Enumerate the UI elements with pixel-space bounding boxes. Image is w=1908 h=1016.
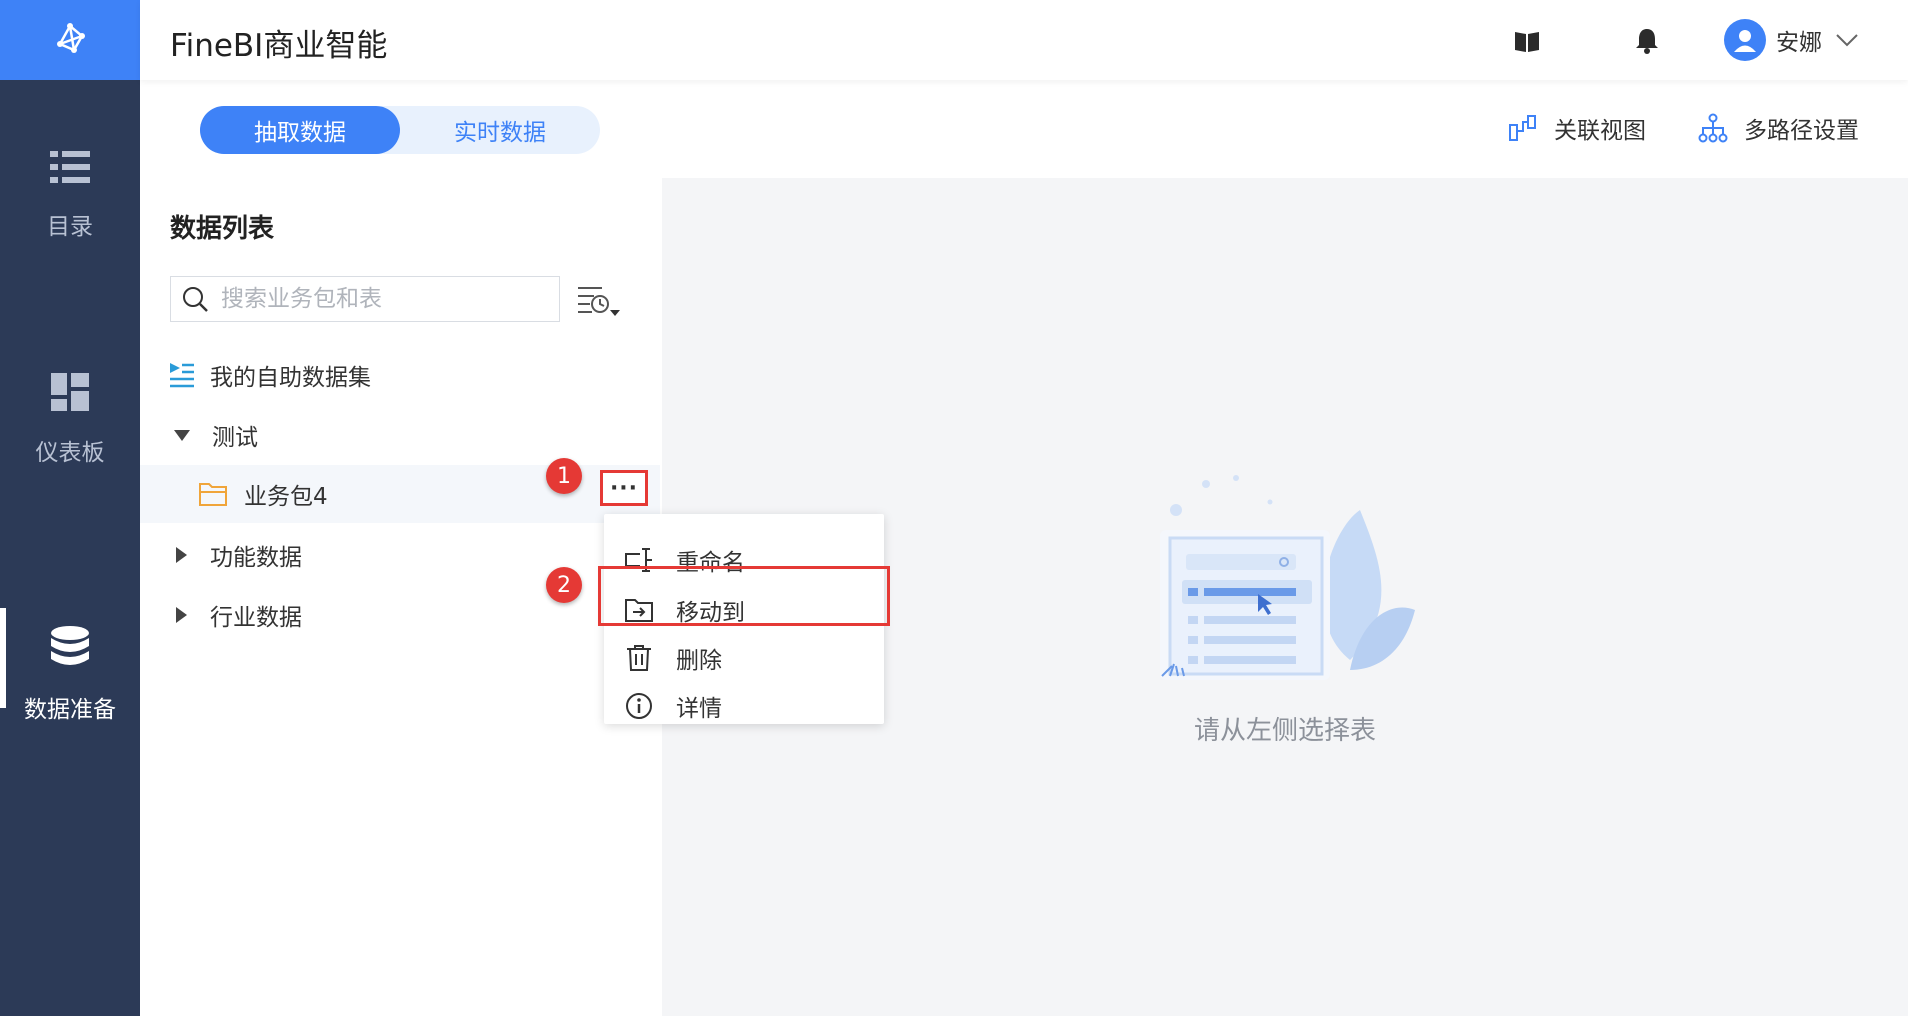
user-menu[interactable]: 安娜 (1724, 18, 1858, 62)
logo[interactable] (0, 0, 140, 80)
tree-label-industry-data: 行业数据 (210, 605, 302, 631)
top-header: FineBI商业智能 安娜 (140, 0, 1908, 80)
empty-state-text: 请从左侧选择表 (1193, 716, 1376, 746)
multipath-settings-button[interactable]: 多路径设置 (1698, 108, 1859, 148)
tree-label-test: 测试 (212, 425, 258, 451)
caret-down-icon (174, 429, 190, 441)
trash-icon (627, 645, 651, 671)
nav-item-dashboard[interactable]: 仪表板 (0, 345, 140, 495)
info-icon (626, 693, 652, 719)
menu-item-details[interactable]: 详情 (604, 682, 884, 730)
data-mode-tabs: 抽取数据 实时数据 (200, 106, 600, 154)
sort-history-filter-icon[interactable] (576, 282, 624, 322)
avatar-icon (1724, 19, 1766, 61)
user-name: 安娜 (1776, 30, 1822, 56)
multipath-settings-label: 多路径设置 (1744, 118, 1859, 144)
more-options-button[interactable]: ··· (600, 470, 648, 506)
relation-view-label: 关联视图 (1554, 118, 1646, 144)
relation-view-icon (1509, 115, 1536, 141)
menu-item-delete[interactable]: 删除 (604, 634, 884, 682)
search-box (170, 276, 560, 322)
relation-view-button[interactable]: 关联视图 (1508, 108, 1646, 148)
book-icon[interactable] (1512, 26, 1542, 56)
tree-label-function-data: 功能数据 (210, 545, 302, 571)
move-to-highlight-box (598, 566, 890, 626)
bell-icon[interactable] (1632, 26, 1662, 56)
tree-item-test[interactable]: 测试 (140, 406, 660, 464)
tree-item-package4[interactable]: 业务包4 (140, 465, 660, 523)
list-icon (50, 151, 90, 183)
logo-icon (57, 23, 85, 53)
caret-right-icon (176, 547, 187, 563)
self-dataset-icon (170, 363, 194, 388)
chevron-down-icon (1836, 34, 1858, 47)
search-input[interactable] (221, 286, 541, 312)
nav-label-dashboard: 仪表板 (35, 440, 105, 466)
nav-label-data-prep: 数据准备 (24, 697, 116, 723)
nav-item-catalog[interactable]: 目录 (0, 120, 140, 270)
dashboard-icon (51, 373, 89, 411)
search-icon (183, 287, 208, 312)
caret-right-icon (176, 607, 187, 623)
app-title: FineBI商业智能 (170, 28, 388, 64)
tree-item-self-dataset[interactable]: 我的自助数据集 (140, 346, 660, 404)
step-badge-1: 1 (546, 458, 582, 494)
tree-label-package4: 业务包4 (244, 484, 328, 510)
tree-item-industry-data[interactable]: 行业数据 (140, 586, 660, 644)
tree-label-self-dataset: 我的自助数据集 (210, 365, 371, 391)
tab-realtime-data[interactable]: 实时数据 (400, 106, 600, 154)
panel-title: 数据列表 (170, 214, 275, 244)
nav-item-data-prep[interactable]: 数据准备 (0, 600, 140, 750)
step-badge-2: 2 (546, 567, 582, 603)
tree-item-function-data[interactable]: 功能数据 (140, 526, 660, 584)
database-icon (51, 626, 89, 665)
left-navigation: 目录 仪表板 数据准备 (0, 0, 140, 1016)
folder-icon (199, 483, 227, 506)
tab-extract-data[interactable]: 抽取数据 (200, 106, 400, 154)
nav-label-catalog: 目录 (47, 214, 93, 240)
menu-label-details: 详情 (676, 696, 722, 722)
hierarchy-icon (1698, 113, 1728, 143)
menu-label-delete: 删除 (676, 648, 722, 674)
empty-table-illustration (1160, 475, 1415, 680)
